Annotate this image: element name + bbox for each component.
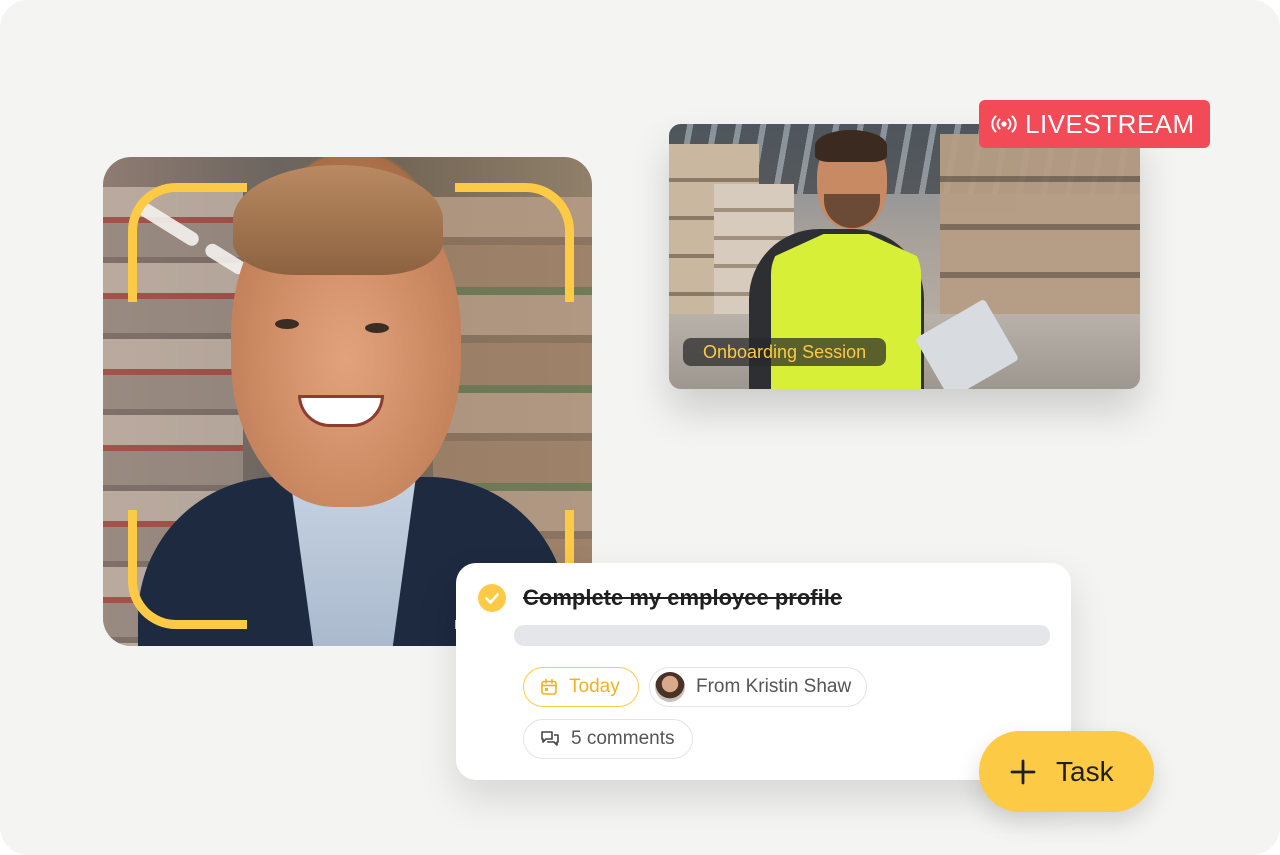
livestream-label: LIVESTREAM [1025,108,1195,139]
comments-chip[interactable]: 5 comments [523,719,693,759]
comments-label: 5 comments [571,728,675,749]
add-task-button[interactable]: Task [979,731,1154,812]
face-scan-corner-icon [455,183,574,302]
due-date-label: Today [569,676,620,697]
livestream-badge: LIVESTREAM [979,100,1210,148]
assigner-label: From Kristin Shaw [696,676,852,697]
plus-icon [1010,759,1036,784]
avatar [655,672,685,702]
task-description-placeholder [514,625,1050,646]
video-person-hair [815,130,887,162]
photo-eye [275,319,299,329]
video-caption: Onboarding Session [683,338,887,366]
broadcast-icon [991,115,1017,133]
calendar-icon [541,678,557,695]
task-title: Complete my employee profile [523,585,843,610]
photo-eye [365,323,389,333]
video-preview[interactable]: Onboarding Session [669,124,1140,389]
photo-hair [233,165,443,275]
face-scan-corner-icon [128,183,247,302]
checkmark-icon[interactable] [478,584,506,612]
task-card[interactable]: Complete my employee profile Today From … [456,563,1071,780]
comments-icon [541,731,559,746]
due-date-chip[interactable]: Today [523,667,639,707]
canvas: Onboarding Session LIVESTREAM Complete m… [0,0,1280,855]
face-scan-corner-icon [128,510,247,629]
add-task-label: Task [1056,755,1114,787]
assigner-chip[interactable]: From Kristin Shaw [649,667,867,707]
